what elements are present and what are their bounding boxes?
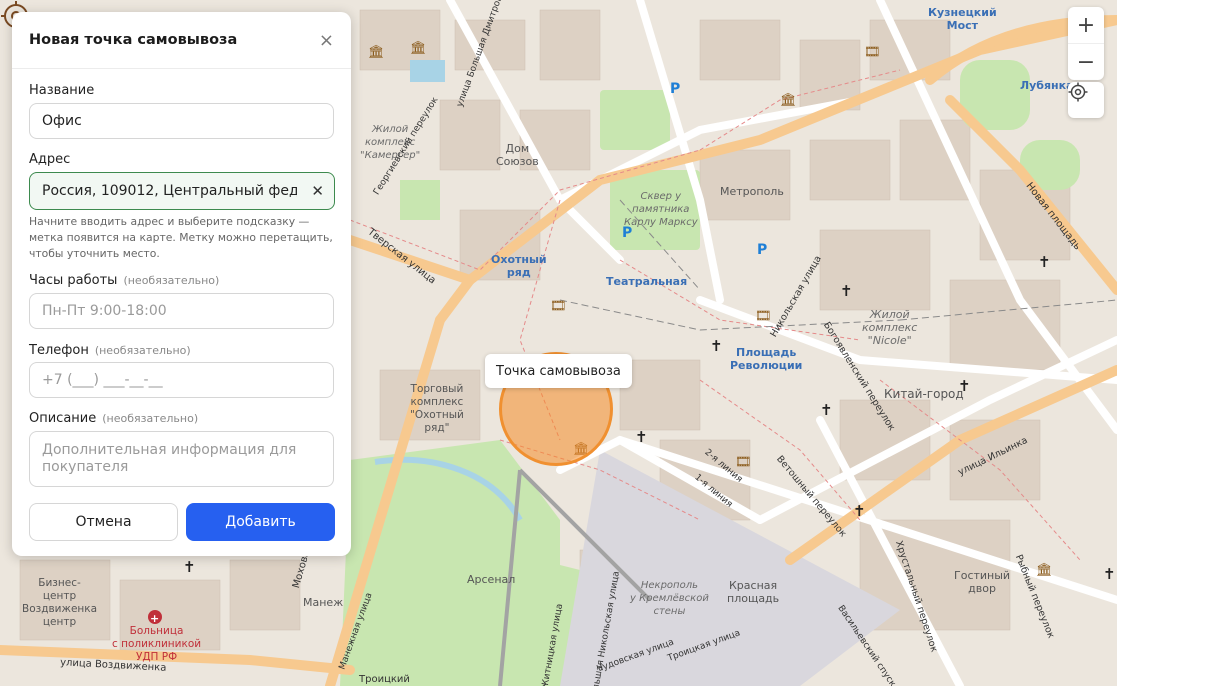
name-field[interactable]: Офис: [29, 103, 334, 139]
zoom-in-button[interactable]: +: [1068, 7, 1104, 43]
map-label-dom-soyuzov: Дом Союзов: [496, 142, 539, 168]
svg-text:✝: ✝: [820, 401, 833, 419]
add-button[interactable]: Добавить: [186, 503, 335, 541]
zoom-control: + −: [1068, 7, 1104, 80]
metro-label-okhotny-ryad: Охотный ряд: [491, 253, 547, 279]
svg-text:🏛: 🏛: [410, 40, 427, 56]
metro-label-lubyanka: Лубянка: [1020, 79, 1074, 92]
new-pickup-point-panel: Новая точка самовывоза × Название Офис А…: [12, 12, 351, 556]
phone-field[interactable]: +7 (___) ___-__-__: [29, 362, 334, 398]
geolocate-button[interactable]: [1068, 82, 1104, 118]
hours-optional: (необязательно): [123, 274, 220, 287]
map-label-metropol: Метрополь: [720, 185, 784, 198]
svg-text:🎞: 🎞: [550, 299, 567, 314]
svg-text:✝: ✝: [710, 337, 723, 355]
metro-label-ploshchad-revolyutsii: Площадь Революции: [730, 346, 803, 372]
svg-text:🏛: 🏛: [780, 92, 797, 108]
cancel-button[interactable]: Отмена: [29, 503, 178, 541]
locate-icon: [1068, 82, 1088, 102]
svg-text:🎞: 🎞: [864, 45, 881, 60]
map-label-arsenal: Арсенал: [467, 573, 516, 586]
metro-label-kuznetsky-most: Кузнецкий Мост: [928, 6, 997, 32]
panel-header: Новая точка самовывоза ×: [12, 12, 351, 69]
address-hint: Начните вводить адрес и выберите подсказ…: [29, 215, 333, 260]
description-label-text: Описание: [29, 411, 97, 426]
map-label-torgovy-kompleks: Торговый комплекс "Охотный ряд": [410, 383, 464, 434]
map-label-manezh: Манеж: [303, 596, 344, 609]
map-label-nekropol: Некрополь у Кремлёвской стены: [630, 580, 709, 617]
svg-text:P: P: [757, 242, 767, 258]
panel-title: Новая точка самовывоза: [29, 32, 238, 48]
name-label: Название: [29, 83, 94, 98]
hours-field[interactable]: Пн-Пт 9:00-18:00: [29, 293, 334, 329]
description-label: Описание (необязательно): [29, 411, 198, 426]
street-label-troitsky: Троицкий: [359, 674, 410, 685]
address-label: Адрес: [29, 152, 70, 167]
zoom-out-button[interactable]: −: [1068, 43, 1104, 80]
svg-text:✝: ✝: [635, 428, 648, 446]
address-field-value: Россия, 109012, Центральный федеральный …: [42, 183, 297, 199]
address-label-text: Адрес: [29, 152, 71, 167]
map-label-zhiloy-kompleks-nicole: Жилой комплекс "Nicole": [862, 308, 918, 347]
description-optional: (необязательно): [102, 412, 199, 425]
map-label-skver: Сквер у памятника Карлу Марксу: [624, 191, 698, 228]
map-label-kitay-gorod: Китай-город: [884, 387, 964, 401]
svg-text:✝: ✝: [183, 558, 196, 576]
hours-label-text: Часы работы: [29, 273, 118, 288]
phone-label: Телефон (необязательно): [29, 343, 191, 358]
phone-optional: (необязательно): [94, 344, 191, 357]
map-label-biznes-tsentr: Бизнес- центр Воздвиженка центр: [22, 577, 98, 628]
clear-address-icon[interactable]: ✕: [311, 182, 324, 200]
svg-text:✝: ✝: [1038, 253, 1051, 271]
map-label-krasnaya-ploshchad: Красная площадь: [727, 579, 780, 605]
close-icon[interactable]: ×: [319, 30, 334, 51]
svg-text:✝: ✝: [853, 502, 866, 520]
address-field[interactable]: Россия, 109012, Центральный федеральный …: [29, 172, 335, 210]
hours-label: Часы работы (необязательно): [29, 273, 219, 288]
svg-text:P: P: [670, 81, 680, 97]
svg-text:🎞: 🎞: [755, 309, 772, 324]
map-label-gostiny-dvor: Гостиный двор: [954, 569, 1011, 595]
svg-text:🏛: 🏛: [1036, 562, 1053, 578]
svg-text:✝: ✝: [1103, 565, 1116, 583]
metro-label-teatralnaya: Театральная: [606, 275, 688, 288]
description-field[interactable]: Дополнительная информация для покупателя: [29, 431, 334, 487]
name-label-text: Название: [29, 83, 95, 98]
svg-text:✝: ✝: [840, 282, 853, 300]
phone-label-text: Телефон: [29, 343, 89, 358]
map-label-bolnitsa: Больница с поликлиникой УДП РФ: [112, 625, 202, 663]
svg-text:+: +: [150, 612, 159, 625]
svg-text:🏛: 🏛: [368, 44, 385, 60]
svg-text:🎞: 🎞: [735, 455, 752, 470]
pin-tooltip: Точка самовывоза: [485, 354, 632, 388]
